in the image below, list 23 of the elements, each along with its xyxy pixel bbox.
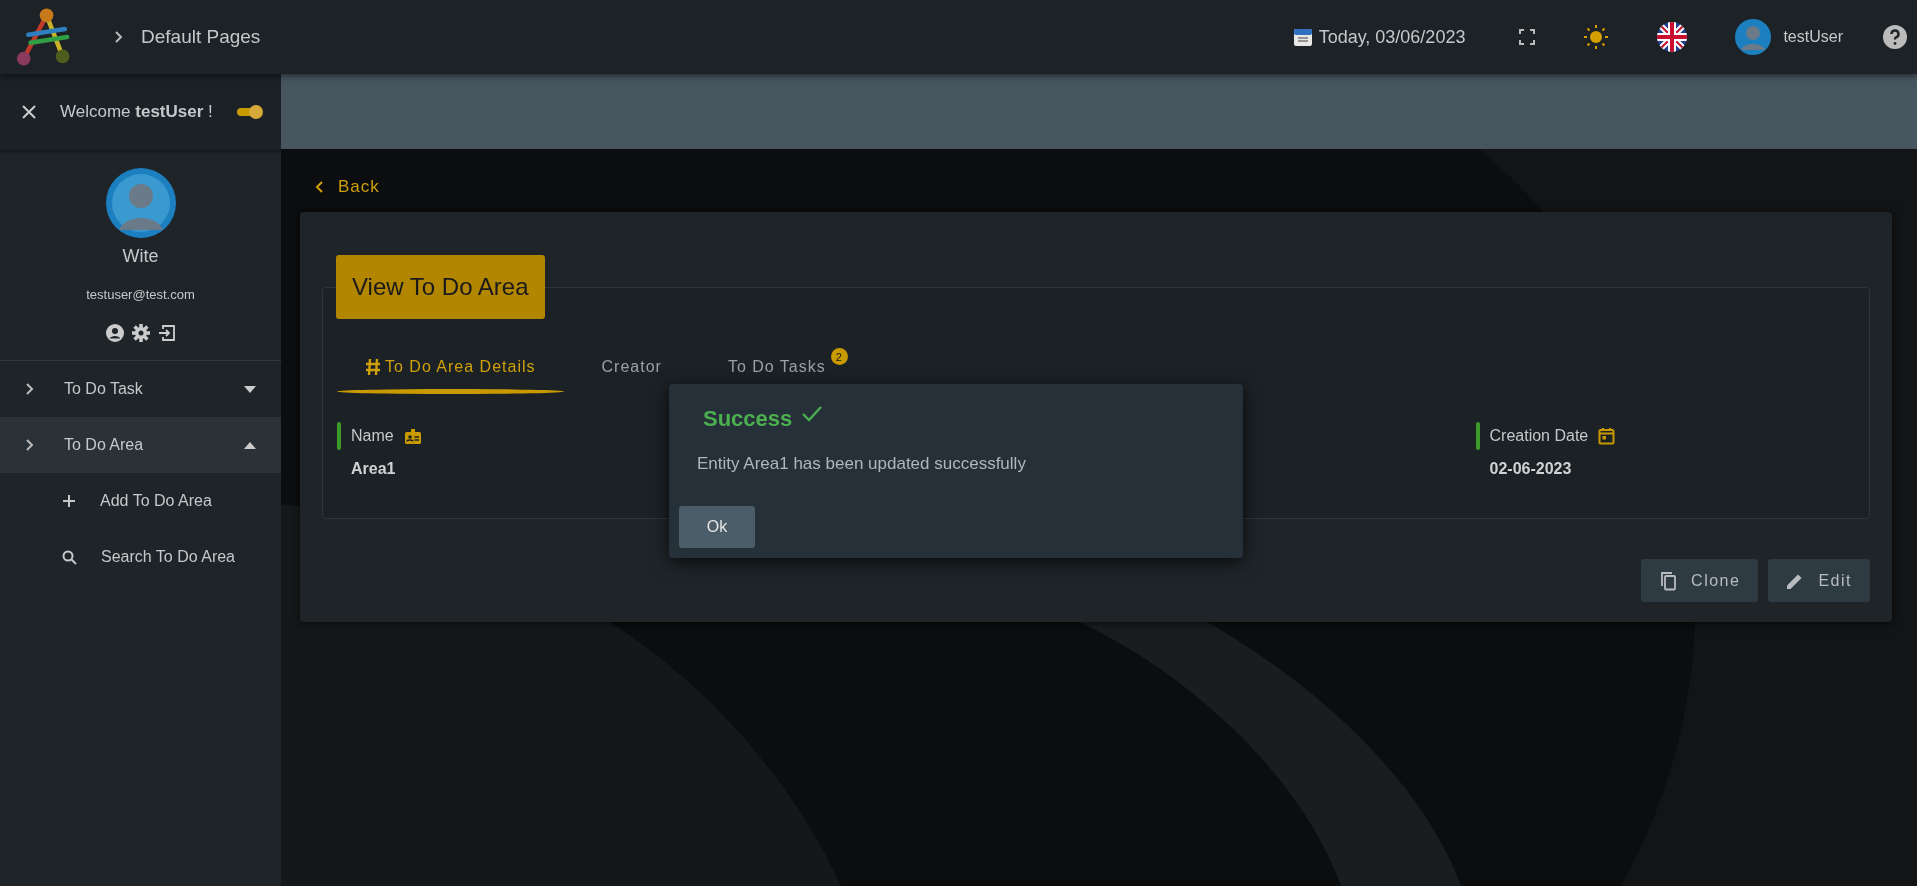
menu-item[interactable]: To Do Task (0, 361, 281, 417)
count-badge: 2 (830, 348, 848, 365)
back-link[interactable]: Back (315, 177, 380, 197)
profile-name: Wite (122, 246, 159, 267)
tab[interactable]: To Do Area Details (337, 350, 564, 398)
edit-button[interactable]: Edit (1768, 559, 1870, 602)
profile-email: testuser@test.com (86, 287, 195, 302)
submenu-item[interactable]: Search To Do Area (101, 548, 235, 566)
page-title: View To Do Area (336, 255, 545, 319)
welcome-text: Welcome testUser ! (60, 102, 213, 122)
field-label: Name (351, 427, 394, 445)
dialog-title: Success (703, 406, 793, 432)
clone-button[interactable]: Clone (1641, 559, 1759, 602)
tab[interactable]: Creator (573, 350, 690, 398)
field-label: Creation Date (1489, 427, 1589, 445)
ok-button[interactable]: Ok (679, 506, 755, 548)
date-text: Today, 03/06/2023 (1318, 26, 1466, 48)
dialog-message: Entity Area1 has been updated successfully (697, 454, 1027, 474)
field-value: 02-06-2023 (1489, 460, 1573, 478)
submenu-item[interactable]: Add To Do Area (100, 492, 212, 510)
menu-item[interactable]: To Do Area (0, 417, 281, 473)
username[interactable]: testUser (1783, 28, 1843, 46)
breadcrumb[interactable]: Default Pages (141, 26, 261, 48)
